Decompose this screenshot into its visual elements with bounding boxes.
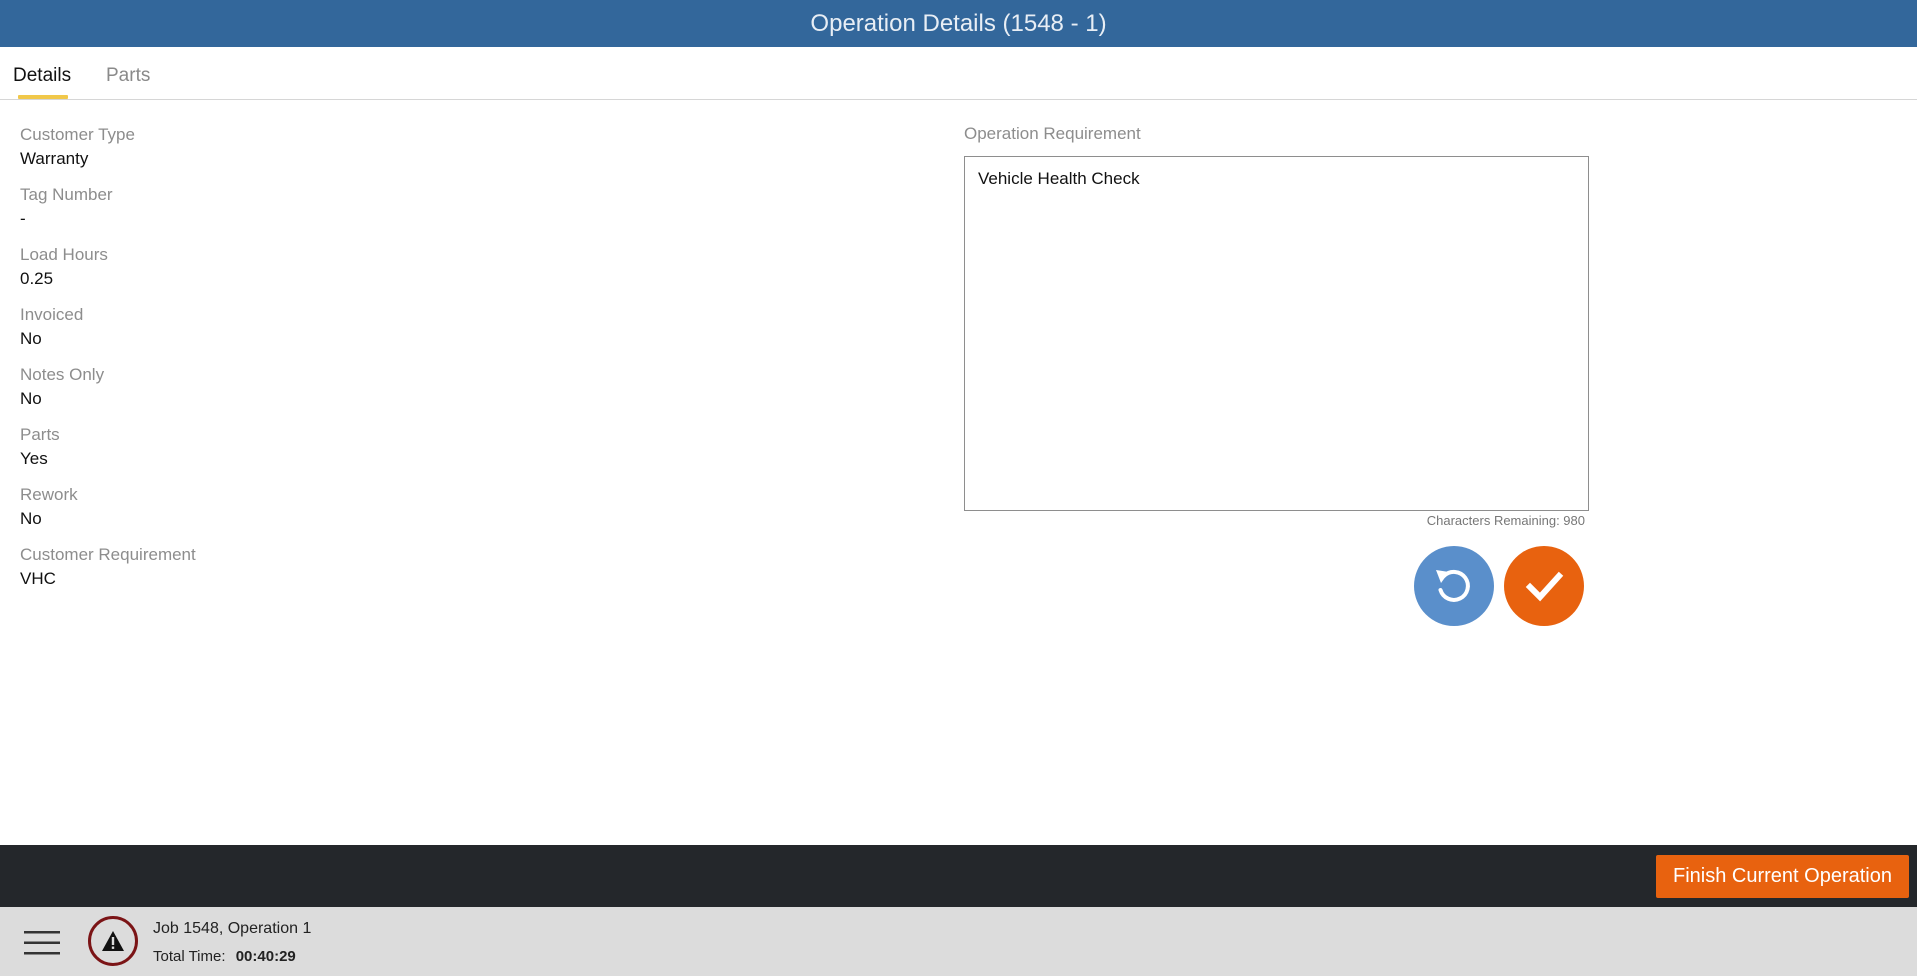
field-rework: Rework No bbox=[20, 484, 620, 544]
field-label: Parts bbox=[20, 425, 60, 444]
tab-bar: Details Parts bbox=[0, 47, 1917, 100]
tab-details[interactable]: Details bbox=[13, 65, 71, 87]
field-customer-requirement: Customer Requirement VHC bbox=[20, 544, 620, 604]
field-label: Tag Number bbox=[20, 185, 113, 204]
field-value: No bbox=[20, 389, 42, 408]
field-value: VHC bbox=[20, 569, 56, 588]
field-label: Rework bbox=[20, 485, 78, 504]
field-parts: Parts Yes bbox=[20, 424, 620, 484]
field-label: Notes Only bbox=[20, 365, 105, 384]
details-list: Customer Type Warranty Tag Number - Load… bbox=[20, 124, 620, 604]
field-invoiced: Invoiced No bbox=[20, 304, 620, 364]
action-bar: Finish Current Operation bbox=[0, 845, 1917, 907]
total-time-label: Total Time: bbox=[153, 948, 226, 965]
field-label: Customer Requirement bbox=[20, 545, 196, 564]
field-value: Yes bbox=[20, 449, 48, 468]
total-time-value: 00:40:29 bbox=[235, 948, 296, 965]
field-tag-number: Tag Number - bbox=[20, 184, 620, 244]
field-label: Invoiced bbox=[20, 305, 84, 324]
title-bar: Operation Details (1548 - 1) bbox=[0, 0, 1917, 47]
warning-icon bbox=[102, 931, 124, 951]
active-tab-indicator bbox=[18, 95, 68, 99]
confirm-button[interactable] bbox=[1504, 546, 1584, 626]
characters-remaining: Characters Remaining: 980 bbox=[1426, 513, 1585, 528]
operation-requirement-input[interactable]: Vehicle Health Check bbox=[964, 156, 1589, 511]
field-value: No bbox=[20, 329, 42, 348]
finish-current-operation-button[interactable]: Finish Current Operation bbox=[1656, 855, 1909, 898]
page-title: Operation Details (1548 - 1) bbox=[810, 9, 1107, 37]
field-value: Warranty bbox=[20, 149, 89, 168]
tab-parts[interactable]: Parts bbox=[106, 65, 150, 87]
check-icon bbox=[1525, 571, 1564, 602]
field-label: Load Hours bbox=[20, 245, 108, 264]
field-label: Customer Type bbox=[20, 125, 135, 144]
undo-icon bbox=[1436, 569, 1470, 602]
hamburger-menu-icon[interactable] bbox=[24, 929, 60, 957]
field-value: 0.25 bbox=[20, 269, 54, 288]
field-notes-only: Notes Only No bbox=[20, 364, 620, 424]
job-operation-label: Job 1548, Operation 1 bbox=[153, 920, 312, 937]
reset-button[interactable] bbox=[1414, 546, 1494, 626]
field-customer-type: Customer Type Warranty bbox=[20, 124, 620, 184]
warning-alert-button[interactable] bbox=[88, 916, 138, 966]
field-value: No bbox=[20, 509, 42, 528]
field-load-hours: Load Hours 0.25 bbox=[20, 244, 620, 304]
operation-requirement-label: Operation Requirement bbox=[964, 124, 1141, 143]
field-value: - bbox=[20, 209, 26, 228]
total-time: Total Time: 00:40:29 bbox=[153, 948, 296, 965]
status-bar: Job 1548, Operation 1 Total Time: 00:40:… bbox=[0, 907, 1917, 976]
